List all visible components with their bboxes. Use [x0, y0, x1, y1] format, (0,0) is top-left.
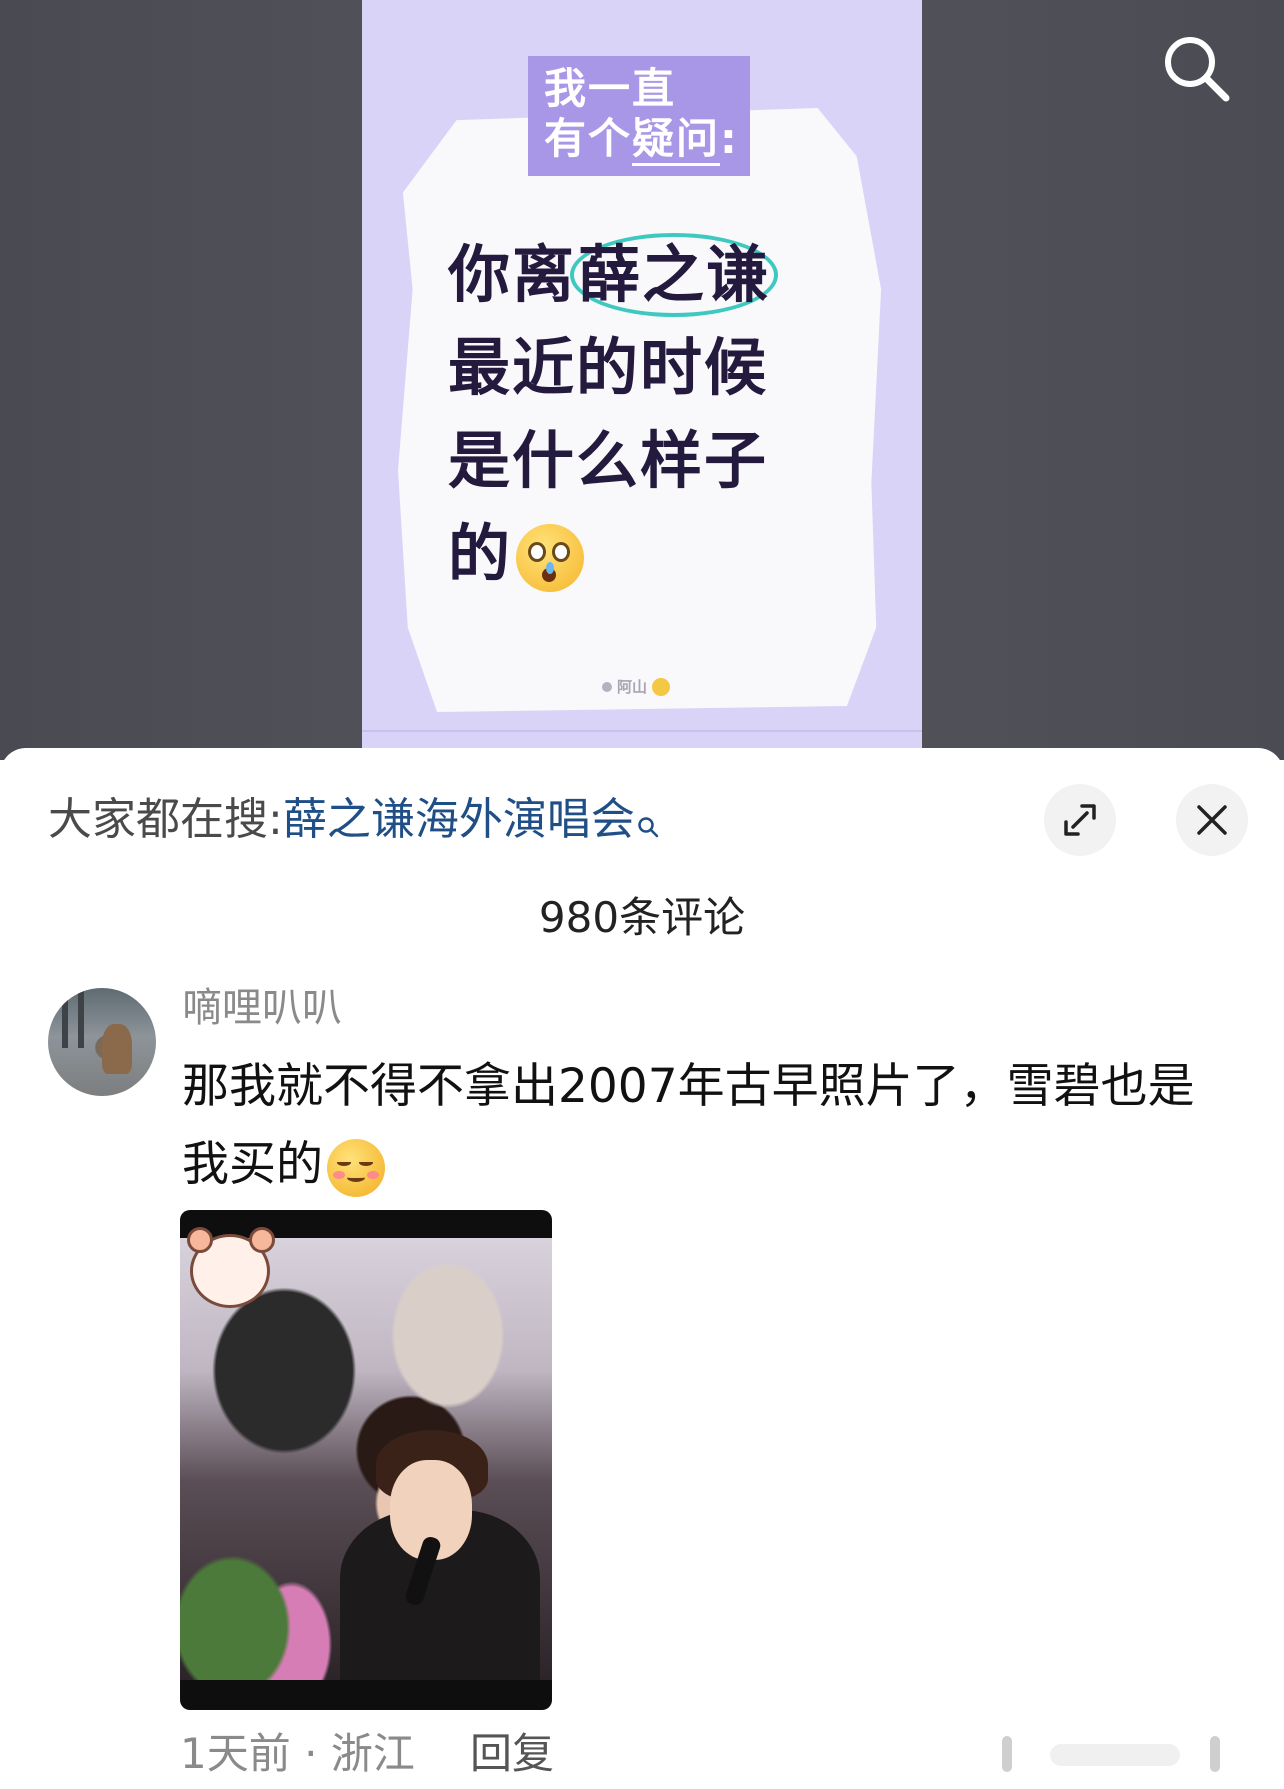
watermark: 阿山: [602, 676, 671, 697]
smile-emoji-icon: [652, 677, 671, 696]
reply-button[interactable]: 回复: [470, 1726, 554, 1782]
comment-meta: 1天前 · 浙江: [180, 1726, 415, 1782]
question-text: 你离薛之谦 最近的时候 是什么样子 的: [448, 228, 868, 600]
comment-location: 浙江: [330, 1729, 415, 1778]
expand-icon: [1064, 804, 1096, 836]
close-icon: [1197, 805, 1227, 835]
comment-panel: 大家都在搜:薛之谦海外演唱会 980条评论 嘀哩叭叭 那我就不得不拿出2007年…: [0, 748, 1284, 1789]
meta-separator: ·: [304, 1729, 318, 1778]
hot-search-term[interactable]: 薛之谦海外演唱会: [283, 794, 635, 845]
search-small-icon: [637, 794, 659, 854]
expand-button[interactable]: [1044, 784, 1116, 856]
close-button[interactable]: [1176, 784, 1248, 856]
question-line-1: 你离薛之谦: [448, 228, 868, 321]
question-line-4: 的: [448, 507, 868, 600]
post-image[interactable]: 我一直 有个疑问: 你离薛之谦 最近的时候 是什么样子 的 阿山: [362, 0, 922, 760]
divider: [362, 730, 922, 732]
search-icon[interactable]: [1158, 30, 1234, 106]
watermark-author: 阿山: [617, 678, 648, 696]
avatar[interactable]: [48, 988, 156, 1096]
hot-search-prefix: 大家都在搜:: [48, 794, 283, 845]
tag-line-1: 我一直: [544, 64, 677, 113]
comment-photo[interactable]: [180, 1210, 552, 1710]
question-line-3: 是什么样子: [448, 424, 769, 497]
tag-underlined-word: 疑问: [632, 114, 721, 166]
cartoon-girl-sticker-icon: [187, 1227, 275, 1308]
circled-name: 薛之谦: [570, 233, 779, 317]
shocked-face-emoji-icon: [516, 523, 585, 592]
blush-smile-emoji-icon: [327, 1138, 385, 1197]
comment-text: 那我就不得不拿出2007年古早照片了，雪碧也是我买的: [182, 1048, 1212, 1204]
comment-username[interactable]: 嘀哩叭叭: [182, 980, 342, 1036]
tag-line-2: 有个疑问:: [544, 114, 737, 166]
bottom-actions: [990, 1730, 1230, 1780]
comment-time: 1天前: [180, 1729, 291, 1778]
comment-count: 980条评论: [538, 893, 746, 942]
hot-search-bar[interactable]: 大家都在搜:薛之谦海外演唱会: [48, 790, 659, 854]
question-tag: 我一直 有个疑问:: [528, 56, 750, 176]
question-line-2: 最近的时候: [448, 331, 769, 404]
